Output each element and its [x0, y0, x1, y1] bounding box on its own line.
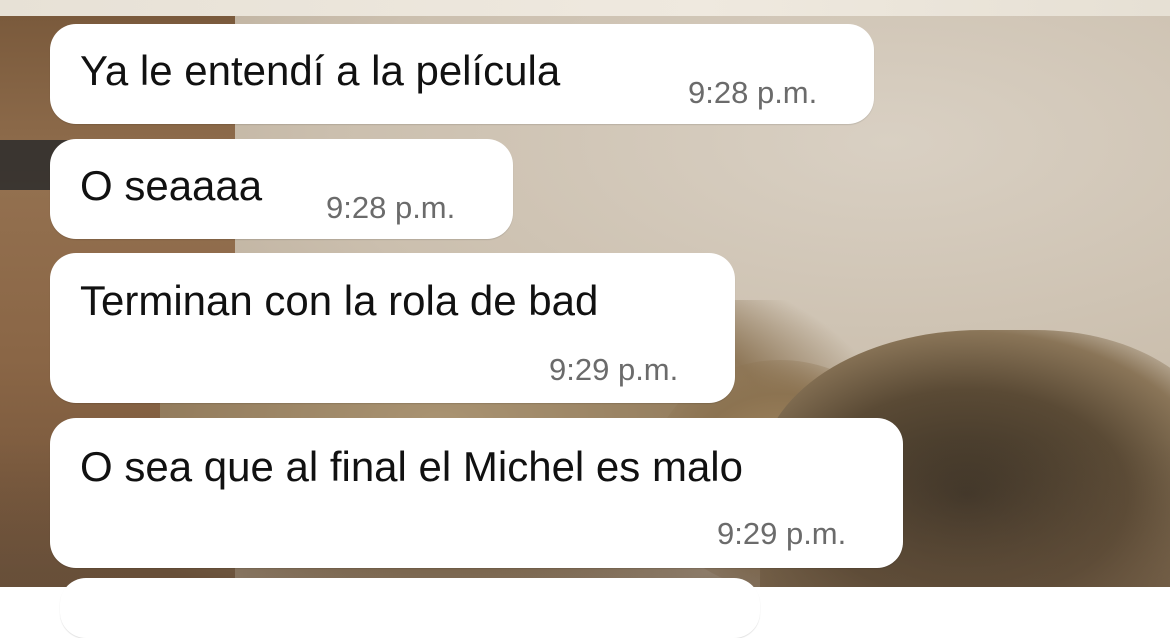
- message-bubble[interactable]: Ya le entendí a la película 9:28 p.m.: [50, 24, 874, 124]
- message-bubble-partial[interactable]: [60, 578, 760, 638]
- message-timestamp: 9:28 p.m.: [688, 75, 818, 110]
- message-text: O sea que al final el Michel es malo: [80, 443, 743, 490]
- message-text: O seaaaa: [80, 162, 263, 209]
- message-bubble[interactable]: O seaaaa 9:28 p.m.: [50, 139, 513, 239]
- message-bubble[interactable]: Terminan con la rola de bad 9:29 p.m.: [50, 253, 735, 403]
- message-bubble[interactable]: O sea que al final el Michel es malo 9:2…: [50, 418, 903, 568]
- message-text: Terminan con la rola de bad: [80, 277, 599, 324]
- wallpaper-top-strip: [0, 0, 1170, 16]
- message-timestamp: 9:28 p.m.: [326, 190, 456, 225]
- message-timestamp: 9:29 p.m.: [717, 516, 847, 551]
- message-text: Ya le entendí a la película: [80, 47, 561, 94]
- message-timestamp: 9:29 p.m.: [549, 352, 679, 387]
